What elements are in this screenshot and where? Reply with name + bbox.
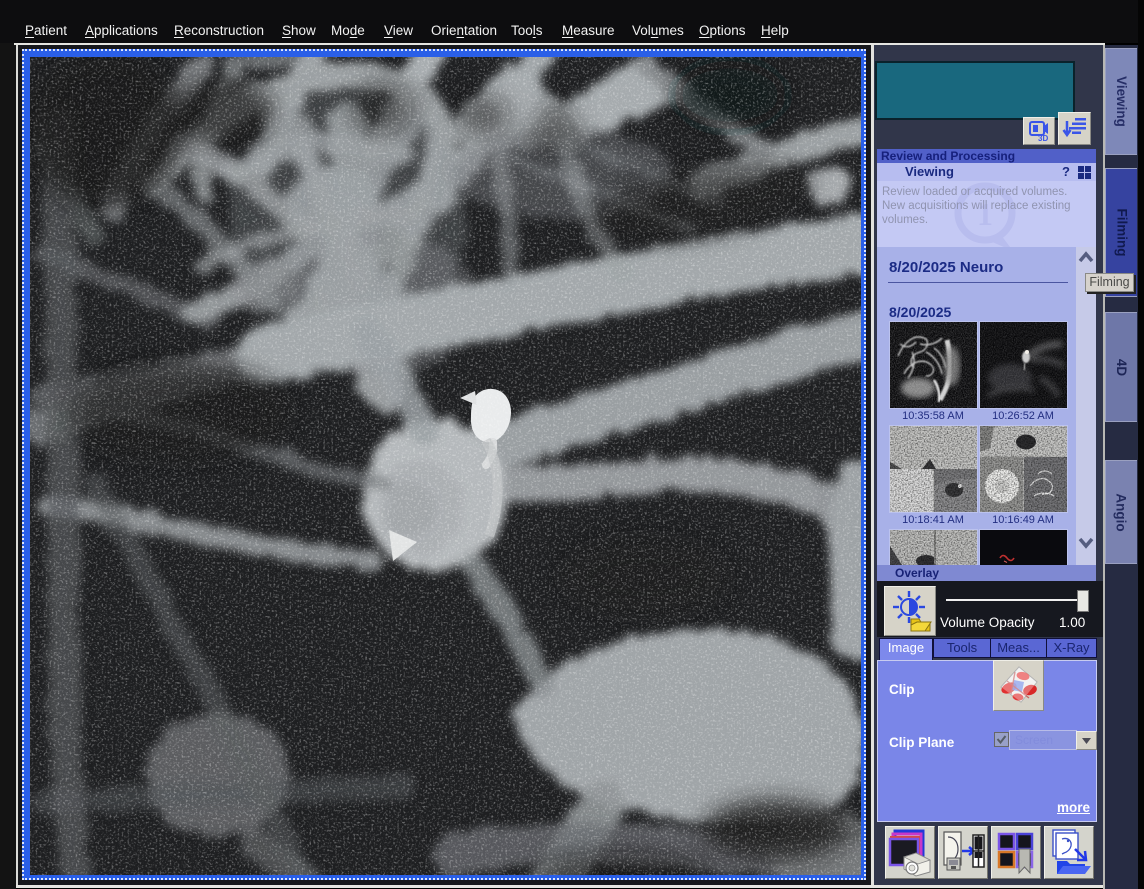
svg-text:3D: 3D: [1038, 134, 1048, 143]
